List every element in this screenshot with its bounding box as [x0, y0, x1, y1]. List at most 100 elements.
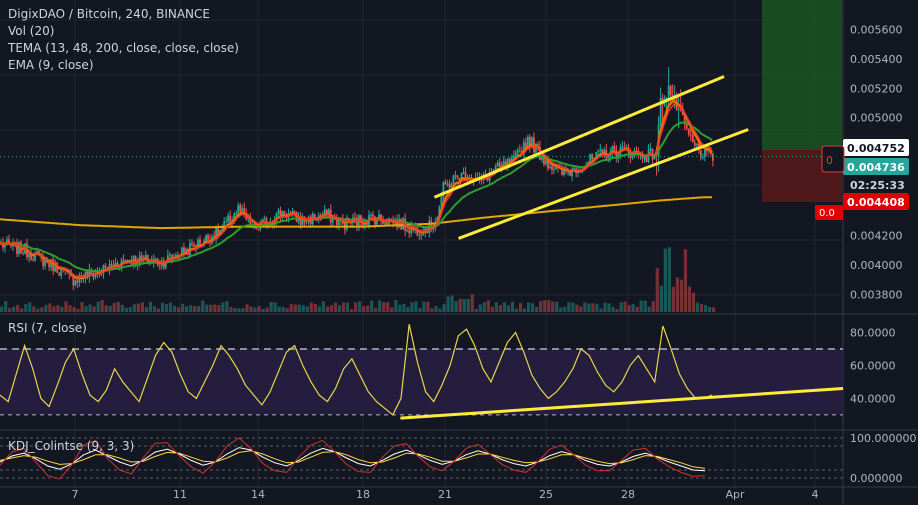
study-ema[interactable]: EMA (9, close) — [8, 57, 94, 74]
volume-bar — [571, 302, 575, 312]
candle-body — [110, 263, 113, 265]
study-tema[interactable]: TEMA (13, 48, 200, close, close, close) — [8, 40, 239, 57]
volume-bar — [518, 302, 523, 312]
volume-bar — [426, 301, 430, 312]
candle-body — [207, 235, 209, 240]
volume-bar — [48, 303, 52, 312]
volume-bar — [595, 303, 599, 312]
volume-bar — [374, 307, 378, 312]
candle-body — [512, 155, 515, 158]
volume-bar — [555, 301, 559, 312]
time-tick-label: 14 — [251, 488, 265, 501]
volume-bar — [325, 306, 330, 312]
volume-bar — [623, 301, 627, 312]
volume-bar — [559, 307, 563, 312]
volume-bar — [635, 307, 639, 312]
volume-bar — [378, 300, 382, 312]
candle-body — [462, 172, 465, 174]
candle-body — [689, 134, 692, 136]
volume-bar — [345, 302, 350, 312]
volume-bar — [454, 301, 458, 312]
volume-bar — [201, 300, 205, 312]
volume-bar — [172, 305, 177, 312]
candle-body — [74, 280, 77, 286]
volume-bar — [128, 306, 132, 312]
volume-bar — [104, 305, 108, 312]
marker-zero: 0 — [826, 154, 833, 167]
volume-bar — [406, 307, 410, 312]
chart-canvas[interactable]: 0.005600 0.005400 0.005200 0.005000 0.004200… — [0, 0, 918, 505]
candle-body — [52, 259, 55, 272]
volume-bar — [257, 306, 261, 312]
volume-bar — [140, 302, 144, 312]
candle-body — [420, 234, 423, 236]
candle-body — [514, 152, 517, 156]
volume-bar — [390, 307, 394, 312]
volume-bar — [414, 301, 418, 312]
volume-bar — [510, 301, 515, 312]
candle-body — [122, 259, 125, 261]
volume-bar — [667, 247, 671, 312]
volume-bar — [647, 306, 651, 312]
candle-body — [444, 182, 447, 184]
volume-bar — [152, 306, 157, 312]
candle-body — [695, 144, 698, 146]
candle-body — [687, 128, 690, 135]
volume-bar — [506, 305, 511, 312]
volume-bar — [237, 308, 241, 312]
candle-body — [498, 162, 501, 167]
volume-bar — [691, 292, 696, 312]
volume-bar — [100, 300, 104, 312]
study-volume[interactable]: Vol (20) — [8, 23, 54, 40]
volume-bar — [160, 302, 165, 312]
rsi-panel-title[interactable]: RSI (7, close) — [8, 320, 87, 337]
rsi-tick-label: 80.0000 — [850, 326, 896, 339]
candle-body — [227, 215, 230, 222]
candle-body — [241, 208, 244, 212]
candle-body — [551, 166, 553, 171]
trading-chart[interactable]: 0.005600 0.005400 0.005200 0.005000 0.004200… — [0, 0, 918, 505]
volume-bar — [563, 306, 567, 312]
candle-body — [446, 183, 449, 185]
volume-bar — [607, 303, 611, 312]
volume-bar — [703, 305, 708, 312]
kdj-panel-title[interactable]: KDJ_Colintse (9, 3, 3) — [8, 438, 134, 455]
volume-bar — [502, 302, 507, 312]
volume-bar — [213, 304, 217, 312]
volume-bar — [36, 308, 40, 312]
candle-body — [140, 255, 143, 259]
volume-bar — [44, 304, 48, 312]
candle-body — [649, 148, 652, 151]
volume-bar — [707, 306, 712, 312]
candle-body — [597, 150, 600, 153]
volume-bar — [144, 307, 149, 312]
volume-bar — [659, 285, 663, 312]
volume-bar — [382, 302, 386, 312]
volume-bar — [269, 301, 273, 312]
candle-body — [448, 183, 451, 188]
volume-bar — [0, 306, 4, 312]
volume-bar — [233, 308, 237, 312]
volume-bar — [96, 301, 100, 312]
price-tick-label: 0.005400 — [850, 53, 903, 66]
volume-bar — [386, 302, 390, 312]
rsi-tick-label: 60.0000 — [850, 359, 896, 372]
volume-bar — [301, 305, 305, 312]
volume-bar — [482, 302, 486, 312]
volume-bar — [197, 306, 201, 312]
candle-body — [526, 136, 529, 148]
volume-bar — [530, 303, 535, 312]
volume-bar — [631, 304, 635, 312]
volume-bar — [434, 306, 438, 312]
volume-bar — [20, 308, 24, 312]
volume-bar — [176, 307, 181, 312]
volume-bar — [402, 304, 406, 312]
candle-body — [545, 160, 547, 165]
volume-bar — [603, 302, 607, 312]
candle-body — [225, 221, 228, 223]
candle-body — [669, 85, 672, 96]
volume-bar — [699, 304, 704, 312]
volume-bar — [317, 306, 321, 312]
volume-bar — [639, 300, 643, 312]
volume-bar — [241, 308, 245, 312]
